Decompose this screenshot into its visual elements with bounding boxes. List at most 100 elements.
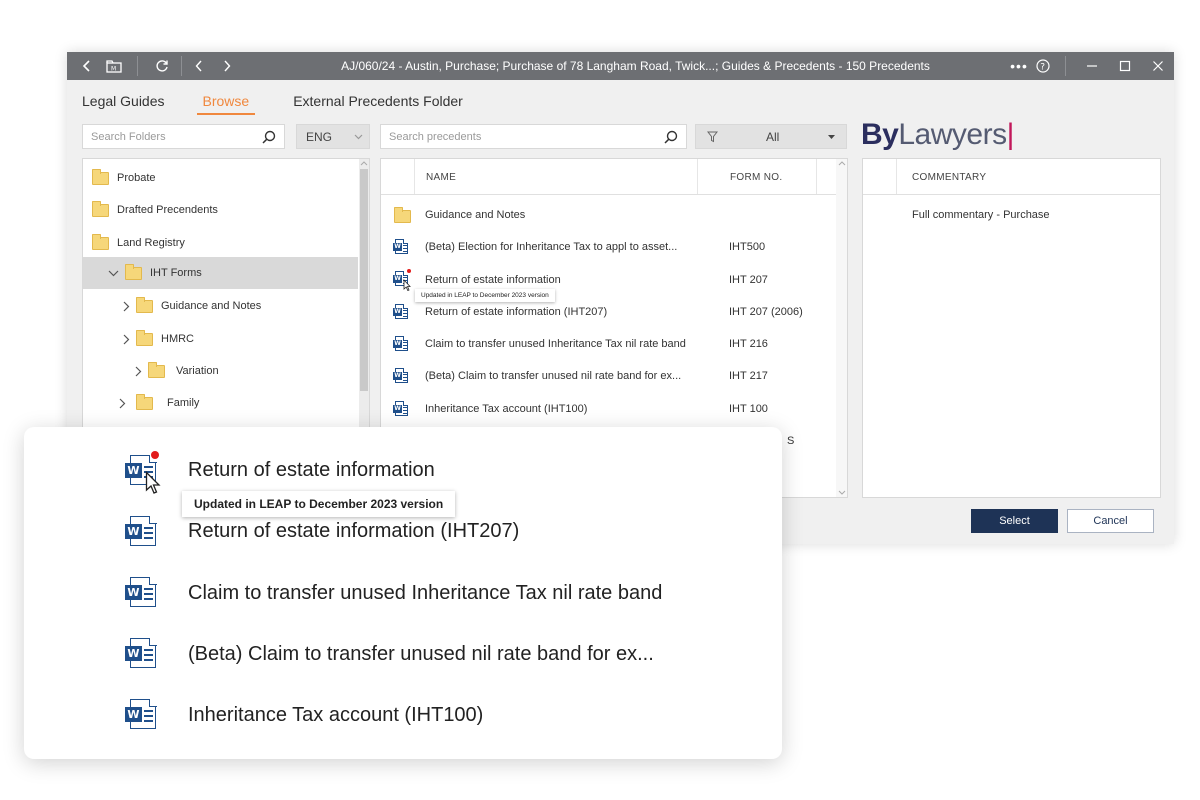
zoom-callout: W Return of estate information Updated i…	[24, 427, 782, 759]
tree-scrollbar-thumb[interactable]	[360, 169, 368, 391]
filter-value: All	[766, 129, 780, 144]
list-item-name[interactable]: Inheritance Tax account (IHT100)	[425, 403, 587, 415]
language-value: ENG	[306, 129, 333, 144]
tab-bar: Legal Guides Browse External Precedents …	[82, 93, 501, 115]
tab-browse[interactable]: Browse	[196, 93, 256, 115]
list-item-form: IHT500	[729, 241, 766, 253]
word-doc-icon: W	[393, 304, 408, 319]
zoom-update-tooltip: Updated in LEAP to December 2023 version	[182, 491, 456, 517]
scroll-up-icon[interactable]	[838, 161, 846, 166]
list-scrollbar[interactable]	[836, 159, 847, 497]
zoom-item-name[interactable]: Return of estate information (IHT207)	[188, 520, 519, 543]
divider	[816, 159, 817, 194]
svg-text:M: M	[111, 65, 116, 72]
chevron-down-icon	[354, 134, 363, 140]
folder-icon	[148, 361, 165, 378]
tree-item-variation[interactable]: Variation	[135, 360, 219, 382]
svg-text:?: ?	[1040, 62, 1045, 72]
language-select[interactable]: ENG	[296, 124, 370, 149]
chevron-right-icon[interactable]	[123, 334, 130, 345]
folder-icon	[92, 168, 109, 185]
commentary-header-bar: COMMENTARY	[863, 159, 1160, 195]
col-name-header[interactable]: NAME	[426, 172, 456, 183]
search-icon[interactable]	[664, 130, 678, 144]
cancel-button[interactable]: Cancel	[1067, 509, 1154, 533]
divider	[181, 56, 182, 76]
matter-icon[interactable]: M	[103, 52, 125, 80]
folder-icon	[136, 393, 153, 410]
word-doc-icon: W	[125, 576, 157, 607]
scroll-up-icon[interactable]	[360, 161, 368, 166]
list-item-name[interactable]: (Beta) Election for Inheritance Tax to a…	[425, 241, 677, 253]
chevron-right-icon[interactable]	[119, 398, 126, 409]
search-precedents-placeholder: Search precedents	[389, 130, 482, 143]
filter-select[interactable]: All	[695, 124, 847, 149]
zoom-item-name[interactable]: Inheritance Tax account (IHT100)	[188, 704, 483, 727]
zoom-item-name[interactable]: Claim to transfer unused Inheritance Tax…	[188, 582, 662, 605]
update-dot-icon	[151, 451, 159, 459]
list-item-name[interactable]: Return of estate information	[425, 274, 561, 286]
list-item-form: IHT 216	[729, 338, 768, 350]
minimize-icon[interactable]	[1081, 52, 1103, 80]
divider	[896, 159, 897, 194]
word-doc-icon: W	[393, 368, 408, 383]
search-precedents-input[interactable]: Search precedents	[380, 124, 687, 149]
search-folders-placeholder: Search Folders	[91, 130, 166, 143]
list-item-form-partial: S	[787, 435, 795, 447]
word-doc-icon: W	[125, 637, 157, 668]
scroll-down-icon[interactable]	[838, 490, 846, 495]
tree-item-probate[interactable]: Probate	[92, 167, 156, 189]
update-tooltip: Updated in LEAP to December 2023 version	[415, 289, 555, 302]
logo-by: By	[861, 118, 899, 151]
folder-icon	[394, 207, 411, 223]
list-item-name[interactable]: (Beta) Claim to transfer unused nil rate…	[425, 370, 681, 382]
tab-legal-guides[interactable]: Legal Guides	[82, 93, 165, 115]
word-doc-icon: W	[125, 698, 157, 729]
tree-item-family[interactable]: Family	[119, 392, 199, 414]
zoom-item-name[interactable]: (Beta) Claim to transfer unused nil rate…	[188, 643, 654, 666]
word-doc-icon: W	[393, 336, 408, 351]
update-dot-icon	[407, 269, 411, 273]
list-header: NAME FORM NO.	[381, 159, 837, 195]
chevron-down-icon[interactable]	[108, 270, 119, 277]
list-item-name[interactable]: Claim to transfer unused Inheritance Tax…	[425, 338, 686, 350]
list-item-form: IHT 217	[729, 370, 768, 382]
back-icon[interactable]	[77, 52, 97, 80]
more-icon[interactable]: •••	[1007, 52, 1031, 80]
folder-icon	[92, 200, 109, 217]
select-button[interactable]: Select	[971, 509, 1058, 533]
folder-icon	[125, 263, 142, 280]
search-icon[interactable]	[262, 130, 276, 144]
list-item-name[interactable]: Guidance and Notes	[425, 209, 525, 221]
logo-lawyers: Lawyers	[898, 118, 1007, 151]
tree-item-guidance-and-notes[interactable]: Guidance and Notes	[123, 295, 261, 317]
help-icon[interactable]: ?	[1033, 52, 1053, 80]
tab-external-precedents[interactable]: External Precedents Folder	[293, 93, 463, 115]
tree-item-iht-forms[interactable]: IHT Forms	[108, 262, 202, 284]
commentary-link[interactable]: Full commentary - Purchase	[912, 209, 1050, 221]
chevron-right-icon[interactable]	[217, 52, 237, 80]
commentary-panel: COMMENTARY Full commentary - Purchase	[862, 158, 1161, 498]
tree-item-hmrc[interactable]: HMRC	[123, 328, 194, 350]
chevron-left-icon[interactable]	[189, 52, 209, 80]
tree-item-drafted-precendents[interactable]: Drafted Precendents	[92, 199, 218, 221]
divider	[137, 56, 138, 76]
word-doc-icon: W	[393, 239, 408, 254]
close-icon[interactable]	[1147, 52, 1169, 80]
title-bar: M AJ/060/24 - Austin, Purchase; Purchase…	[67, 52, 1174, 80]
list-item-form: IHT 100	[729, 403, 768, 415]
list-item-form: IHT 207 (2006)	[729, 306, 803, 318]
cursor-icon	[403, 279, 411, 291]
list-item-name[interactable]: Return of estate information (IHT207)	[425, 306, 607, 318]
chevron-right-icon[interactable]	[135, 366, 142, 377]
col-form-header[interactable]: FORM NO.	[730, 172, 782, 183]
window-title: AJ/060/24 - Austin, Purchase; Purchase o…	[341, 59, 930, 73]
search-folders-input[interactable]: Search Folders	[82, 124, 285, 149]
chevron-right-icon[interactable]	[123, 301, 130, 312]
cursor-icon	[145, 471, 161, 494]
commentary-header: COMMENTARY	[912, 172, 987, 183]
maximize-icon[interactable]	[1114, 52, 1136, 80]
tree-item-land-registry[interactable]: Land Registry	[92, 232, 185, 254]
zoom-item-name[interactable]: Return of estate information	[188, 459, 435, 482]
refresh-icon[interactable]	[151, 52, 173, 80]
